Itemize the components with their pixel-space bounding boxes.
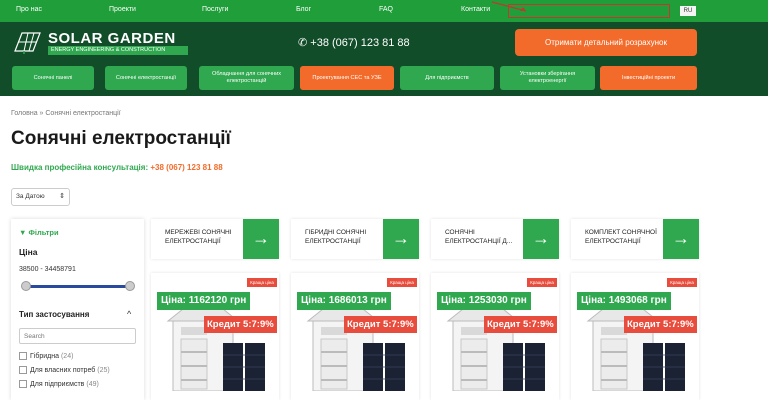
option-count: (25) (97, 366, 110, 374)
logo-title: SOLAR GARDEN (48, 30, 176, 47)
detailed-calculation-button[interactable]: Отримати детальний розрахунок (515, 29, 697, 56)
arrow-right-icon[interactable]: → (663, 219, 699, 259)
category-label: ГІБРИДНІ СОНЯЧНІ ЕЛЕКТРОСТАНЦІЇ (305, 229, 367, 246)
nav-link-services[interactable]: Послуги (202, 6, 228, 13)
arrow-right-icon[interactable]: → (523, 219, 559, 259)
header-phone-number: +38 (067) 123 81 88 (310, 37, 410, 49)
best-price-badge: Краща ціна (667, 278, 697, 287)
site-logo[interactable]: SOLAR GARDEN ENERGY ENGINEERING & CONSTR… (12, 29, 188, 55)
filter-icon: ▼ (19, 228, 27, 237)
option-label: Для власних потреб (30, 366, 96, 374)
nav-link-about[interactable]: Про нас (16, 6, 42, 13)
site-header: SOLAR GARDEN ENERGY ENGINEERING & CONSTR… (0, 22, 768, 96)
credit-badge: Кредит 5:7:9% (344, 316, 417, 333)
credit-badge: Кредит 5:7:9% (204, 316, 277, 333)
category-card-kit[interactable]: КОМПЛЕКТ СОНЯЧНОЇ ЕЛЕКТРОСТАНЦІЇ → (571, 219, 699, 259)
product-card[interactable]: Краща ціна Ціна: 1253030 грн Кредит 5:7:… (431, 273, 559, 400)
price-badge: Ціна: 1493068 грн (577, 292, 671, 310)
option-count: (24) (60, 352, 74, 360)
phone-icon: ✆ (298, 37, 308, 49)
consultation-label: Швидка професійна консультація: (11, 163, 149, 172)
nav-solar-panels[interactable]: Сонячні панелі (12, 66, 94, 90)
sort-select[interactable]: За Датою ⇕ (11, 188, 70, 206)
product-card[interactable]: Краща ціна Ціна: 1162120 грн Кредит 5:7:… (151, 273, 279, 400)
chevron-up-icon[interactable]: ^ (127, 309, 131, 319)
product-card[interactable]: Краща ціна Ціна: 1493068 грн Кредит 5:7:… (571, 273, 699, 400)
filters-toggle[interactable]: ▼ Фільтри (19, 228, 59, 237)
nav-link-faq[interactable]: FAQ (379, 6, 393, 13)
price-range-value: 38500 - 34458791 (19, 266, 76, 273)
best-price-badge: Краща ціна (387, 278, 417, 287)
consultation-phone[interactable]: +38 (067) 123 81 88 (150, 163, 222, 172)
price-slider-max-handle[interactable] (125, 281, 135, 291)
chevron-updown-icon: ⇕ (59, 193, 65, 200)
filter-option-own-needs[interactable]: Для власних потреб (25) (19, 366, 110, 374)
use-type-label: Тип застосування (19, 310, 90, 319)
filter-option-enterprises[interactable]: Для підприємств (49) (19, 380, 99, 388)
header-phone[interactable]: ✆ +38 (067) 123 81 88 (298, 36, 410, 49)
nav-equipment[interactable]: Обладнання для сонячних електростанцій (199, 66, 294, 90)
nav-link-projects[interactable]: Проекти (109, 6, 136, 13)
best-price-badge: Краща ціна (527, 278, 557, 287)
category-label: СОНЯЧНІ ЕЛЕКТРОСТАНЦІЇ Д... (445, 229, 513, 246)
best-price-badge: Краща ціна (247, 278, 277, 287)
nav-solar-stations[interactable]: Сонячні електростанції (105, 66, 187, 90)
consultation-line: Швидка професійна консультація: +38 (067… (11, 163, 223, 172)
arrow-right-icon[interactable]: → (243, 219, 279, 259)
language-switcher[interactable]: RU (680, 6, 696, 16)
use-type-search-input[interactable] (19, 328, 136, 344)
option-count: (49) (86, 380, 99, 388)
checkbox[interactable] (19, 366, 27, 374)
nav-link-blog[interactable]: Блог (296, 6, 311, 13)
category-card-other[interactable]: СОНЯЧНІ ЕЛЕКТРОСТАНЦІЇ Д... → (431, 219, 559, 259)
checkbox[interactable] (19, 380, 27, 388)
nav-energy-storage[interactable]: Установки зберігання електроенергії (500, 66, 595, 90)
arrow-right-icon[interactable]: → (383, 219, 419, 259)
product-card[interactable]: Краща ціна Ціна: 1686013 грн Кредит 5:7:… (291, 273, 419, 400)
logo-panel-icon (14, 32, 41, 54)
category-label: КОМПЛЕКТ СОНЯЧНОЇ ЕЛЕКТРОСТАНЦІЇ (585, 229, 657, 246)
option-label: Гібридна (30, 352, 60, 360)
price-slider-min-handle[interactable] (21, 281, 31, 291)
filter-option-hybrid[interactable]: Гібридна (24) (19, 352, 73, 360)
credit-badge: Кредит 5:7:9% (624, 316, 697, 333)
category-card-hybrid[interactable]: ГІБРИДНІ СОНЯЧНІ ЕЛЕКТРОСТАНЦІЇ → (291, 219, 419, 259)
filters-panel: ▼ Фільтри Ціна 38500 - 34458791 Тип заст… (11, 219, 144, 400)
price-badge: Ціна: 1253030 грн (437, 292, 531, 310)
checkbox[interactable] (19, 352, 27, 360)
top-bar: Про нас Проекти Послуги Блог FAQ Контакт… (0, 0, 768, 22)
page-title: Сонячні електростанції (11, 128, 231, 149)
category-label: МЕРЕЖЕВІ СОНЯЧНІ ЕЛЕКТРОСТАНЦІЇ (165, 229, 232, 246)
price-slider-track[interactable] (25, 285, 131, 288)
search-field-highlight[interactable] (508, 4, 670, 18)
price-badge: Ціна: 1686013 грн (297, 292, 391, 310)
option-label: Для підприємств (30, 380, 85, 388)
category-card-grid[interactable]: МЕРЕЖЕВІ СОНЯЧНІ ЕЛЕКТРОСТАНЦІЇ → (151, 219, 279, 259)
logo-subtitle: ENERGY ENGINEERING & CONSTRUCTION (48, 46, 188, 55)
nav-design-ses[interactable]: Проектування СЕС та УЗЕ (300, 66, 394, 90)
breadcrumb[interactable]: Головна » Сонячні електростанції (11, 110, 121, 117)
nav-enterprises[interactable]: Для підприємств (400, 66, 494, 90)
sort-value: За Датою (16, 193, 45, 200)
credit-badge: Кредит 5:7:9% (484, 316, 557, 333)
filters-title: Фільтри (28, 228, 59, 237)
nav-link-contacts[interactable]: Контакти (461, 6, 490, 13)
nav-investment-projects[interactable]: Інвестиційні проекти (600, 66, 697, 90)
price-filter-label: Ціна (19, 247, 38, 257)
price-badge: Ціна: 1162120 грн (157, 292, 251, 310)
